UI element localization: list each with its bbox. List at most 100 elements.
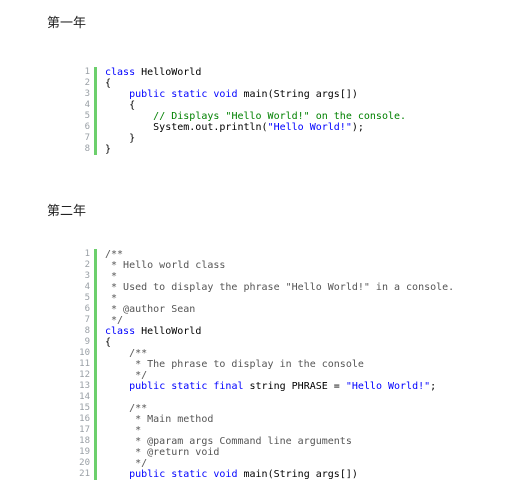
code-line: 3 public static void main(String args[])	[78, 89, 406, 100]
code-text: /**	[97, 403, 454, 414]
code-line: 4 * Used to display the phrase "Hello Wo…	[78, 282, 454, 293]
line-number: 5	[84, 293, 90, 303]
code-text: */	[97, 315, 454, 326]
line-number: 19	[79, 447, 90, 457]
line-number: 18	[79, 436, 90, 446]
line-number: 6	[84, 304, 90, 314]
code-token: "Hello World!"	[345, 381, 431, 392]
line-number: 2	[84, 78, 90, 88]
code-line: 3 *	[78, 271, 454, 282]
code-token: {	[105, 78, 112, 89]
code-token: }	[105, 144, 112, 155]
line-number: 11	[79, 359, 90, 369]
code-token: /**	[105, 403, 148, 414]
code-block-1: 1 class HelloWorld 2{3 public static void …	[78, 67, 406, 155]
code-text: /**	[97, 348, 454, 359]
code-text: *	[97, 293, 454, 304]
code-line: 7 */	[78, 315, 454, 326]
line-number: 15	[79, 403, 90, 413]
code-token: HelloWorld	[135, 67, 202, 78]
code-text: }	[97, 144, 406, 155]
section-1-title: 第一年	[47, 16, 87, 31]
line-number: 7	[84, 315, 90, 325]
code-line: 11 * The phrase to display in the consol…	[78, 359, 454, 370]
code-block-2: 1/** 2 * Hello world class 3 * 4 * Used to …	[78, 249, 454, 480]
code-text: public static final string PHRASE = "Hel…	[97, 381, 454, 392]
code-text: // Displays "Hello World!" on the consol…	[97, 111, 406, 122]
code-line: 21 public static void main(String args[]…	[78, 469, 454, 480]
code-text: * @return void	[97, 447, 454, 458]
code-token: *	[105, 271, 118, 282]
line-number: 3	[84, 89, 90, 99]
line-number: 8	[84, 326, 90, 336]
line-number: 6	[84, 122, 90, 132]
code-line: 5 // Displays "Hello World!" on the cons…	[78, 111, 406, 122]
code-token: public static final	[129, 381, 244, 392]
line-number: 7	[84, 133, 90, 143]
line-number: 20	[79, 458, 90, 468]
code-line: 4 {	[78, 100, 406, 111]
line-number: 8	[84, 144, 90, 154]
line-number: 10	[79, 348, 90, 358]
code-token: * The phrase to display in the console	[105, 359, 364, 370]
code-token: *	[105, 293, 118, 304]
code-text: * Main method	[97, 414, 454, 425]
code-token: * Main method	[105, 414, 214, 425]
code-line: 2{	[78, 78, 406, 89]
line-number: 14	[79, 392, 90, 402]
code-token: /**	[105, 348, 148, 359]
code-token: ;	[430, 381, 437, 392]
code-token: main(String args[])	[237, 89, 358, 100]
code-line: 12 */	[78, 370, 454, 381]
code-line: 10 /**	[78, 348, 454, 359]
code-token: /**	[105, 249, 124, 260]
code-line: 19 * @return void	[78, 447, 454, 458]
code-text: * Used to display the phrase "Hello Worl…	[97, 282, 454, 293]
line-number: 17	[79, 425, 90, 435]
code-token: public static void	[129, 89, 238, 100]
code-token: * Used to display the phrase "Hello Worl…	[105, 282, 455, 293]
code-token: main(String args[])	[237, 469, 358, 480]
code-token: * @param args Command line arguments	[105, 436, 352, 447]
code-token: );	[351, 122, 364, 133]
line-number: 12	[79, 370, 90, 380]
code-text: */	[97, 370, 454, 381]
code-text: /**	[97, 249, 454, 260]
code-text: {	[97, 337, 454, 348]
code-text: class HelloWorld	[97, 326, 454, 337]
code-token: class	[105, 326, 136, 337]
code-line: 1 class HelloWorld	[78, 67, 406, 78]
code-text: System.out.println("Hello World!");	[97, 122, 406, 133]
code-token: string PHRASE =	[243, 381, 346, 392]
code-line: 13 public static final string PHRASE = "…	[78, 381, 454, 392]
code-token: "Hello World!"	[267, 122, 352, 133]
code-text: public static void main(String args[])	[97, 89, 406, 100]
line-number: 21	[79, 469, 90, 479]
code-token: class	[105, 67, 136, 78]
code-token: System.out.println(	[105, 122, 268, 133]
line-number: 13	[79, 381, 90, 391]
code-token: * @author Sean	[105, 304, 196, 315]
code-line: 20 */	[78, 458, 454, 469]
code-text: {	[97, 100, 406, 111]
line-number: 4	[84, 282, 90, 292]
code-token: public static void	[129, 469, 238, 480]
code-text	[97, 392, 454, 403]
code-line: 6 * @author Sean	[78, 304, 454, 315]
code-token: */	[105, 458, 148, 469]
line-number: 2	[84, 260, 90, 270]
code-line: 14	[78, 392, 454, 403]
code-text: }	[97, 133, 406, 144]
line-number: 9	[84, 337, 90, 347]
code-token: {	[105, 100, 136, 111]
code-token: */	[105, 370, 148, 381]
code-token: // Displays "Hello World!" on the consol…	[153, 111, 407, 122]
line-number: 4	[84, 100, 90, 110]
code-text: */	[97, 458, 454, 469]
code-line: 6 System.out.println("Hello World!");	[78, 122, 406, 133]
code-token: */	[105, 315, 124, 326]
line-number: 3	[84, 271, 90, 281]
